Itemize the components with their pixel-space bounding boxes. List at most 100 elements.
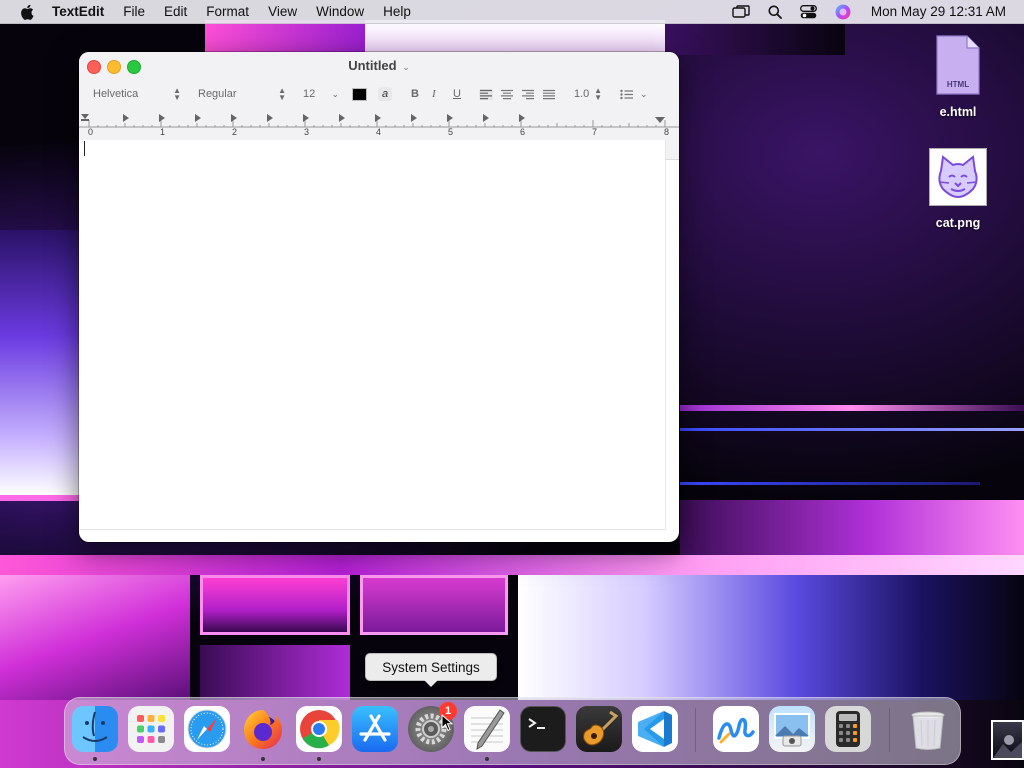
font-family-value: Helvetica (93, 88, 139, 100)
tab-stop-marker[interactable] (339, 114, 345, 122)
screenshot-preview-image (993, 735, 1022, 758)
mouse-pointer-icon (441, 714, 453, 732)
menu-window[interactable]: Window (316, 4, 364, 19)
calculator-icon (836, 711, 860, 747)
menu-help[interactable]: Help (383, 4, 411, 19)
dock-separator (695, 708, 696, 752)
list-style-popup[interactable]: ⌄ (620, 86, 648, 102)
justify-button[interactable] (542, 86, 556, 102)
document-text-area[interactable] (79, 140, 666, 530)
tab-stop-marker[interactable] (375, 114, 381, 122)
tab-stop-marker[interactable] (411, 114, 417, 122)
running-indicator (261, 757, 265, 761)
running-indicator (317, 757, 321, 761)
textedit-icon (471, 709, 505, 750)
align-left-icon (479, 88, 493, 100)
terminal-prompt-icon (528, 718, 545, 729)
font-style-popup[interactable]: Regular ▲ ▼ (198, 86, 286, 102)
cat-face-icon (938, 155, 978, 199)
html-file-type-label: HTML (946, 80, 970, 89)
line-spacing-value: 1.0 (574, 88, 590, 100)
font-size-value: 12 (303, 88, 316, 100)
control-center-icon[interactable] (799, 4, 817, 19)
dock (64, 697, 961, 765)
right-indent-marker[interactable] (655, 117, 665, 123)
ruler-number: 3 (304, 127, 310, 137)
tab-stop-marker[interactable] (123, 114, 129, 122)
align-right-icon (522, 89, 534, 99)
chevron-down-icon: ⌄ (640, 88, 648, 99)
tab-stop-marker[interactable] (195, 114, 201, 122)
dock-preview[interactable] (769, 706, 815, 752)
bold-button[interactable]: B (411, 86, 419, 102)
tab-stop-marker[interactable] (303, 114, 309, 122)
dock-chrome[interactable] (296, 706, 342, 752)
line-spacing-popup[interactable]: 1.0 ▲ ▼ (574, 86, 602, 102)
ruler-number: 2 (232, 127, 238, 137)
text-color-well[interactable] (352, 86, 367, 102)
dock-finder[interactable] (72, 706, 118, 752)
align-center-icon (501, 89, 513, 99)
screen-mirroring-icon[interactable] (732, 4, 750, 19)
menu-format[interactable]: Format (206, 4, 249, 19)
siri-icon[interactable] (835, 4, 851, 20)
text-color-swatch (352, 87, 367, 101)
align-left-button[interactable] (479, 86, 493, 102)
preview-photos-icon (774, 713, 810, 747)
dock-vscode[interactable] (632, 706, 678, 752)
spotlight-search-icon[interactable] (768, 5, 782, 19)
menu-file[interactable]: File (123, 4, 145, 19)
text-caret (84, 141, 85, 156)
dock-terminal[interactable] (520, 706, 566, 752)
tab-stop-marker[interactable] (519, 114, 525, 122)
first-line-indent-marker[interactable] (81, 119, 89, 121)
finder-icon (82, 711, 108, 742)
font-size-combo[interactable]: 12 ⌄ (303, 86, 339, 102)
freeform-squiggle-icon (717, 717, 755, 744)
italic-button[interactable]: I (432, 86, 436, 102)
highlight-marker-icon: a (378, 87, 392, 101)
menu-app-name[interactable]: TextEdit (52, 4, 104, 19)
underline-button[interactable]: U (453, 86, 461, 102)
ruler[interactable]: 0 1 2 3 4 5 6 7 8 (79, 110, 679, 140)
dock-launchpad[interactable] (128, 706, 174, 752)
font-family-popup[interactable]: Helvetica ▲ ▼ (93, 86, 181, 102)
desktop-file-label: e.html (939, 105, 977, 119)
dock-garageband[interactable] (576, 706, 622, 752)
running-indicator (485, 757, 489, 761)
app-store-icon (359, 714, 391, 742)
tab-stop-marker[interactable] (447, 114, 453, 122)
align-center-button[interactable] (500, 86, 514, 102)
dock-separator (889, 708, 890, 752)
launchpad-grid-icon (137, 715, 165, 743)
dock-safari[interactable] (184, 706, 230, 752)
desktop-file-e-html[interactable]: HTML e.html (918, 34, 998, 119)
tab-stop-marker[interactable] (267, 114, 273, 122)
tab-stop-marker[interactable] (231, 114, 237, 122)
apple-menu-icon[interactable] (20, 4, 36, 20)
dock-app-store[interactable] (352, 706, 398, 752)
dock-textedit[interactable] (464, 706, 510, 752)
dock-trash[interactable] (905, 706, 951, 752)
ruler-number: 7 (592, 127, 598, 137)
menu-clock[interactable]: Mon May 29 12:31 AM (871, 4, 1006, 19)
screenshot-thumbnail[interactable] (991, 720, 1024, 760)
dock-firefox[interactable] (240, 706, 286, 752)
running-indicator (93, 757, 97, 761)
tab-stop-marker[interactable] (483, 114, 489, 122)
tab-stop-marker[interactable] (159, 114, 165, 122)
textedit-window[interactable]: Untitled ⌄ Helvetica ▲ ▼ Regular ▲ ▼ 12 ⌄ … (79, 52, 679, 542)
align-right-button[interactable] (521, 86, 535, 102)
dock-calculator[interactable] (825, 706, 871, 752)
menu-edit[interactable]: Edit (164, 4, 187, 19)
chevron-down-icon: ⌄ (331, 88, 339, 99)
highlight-color-button[interactable]: a (378, 86, 392, 102)
menu-view[interactable]: View (268, 4, 297, 19)
chrome-icon (300, 710, 340, 749)
left-indent-marker[interactable] (81, 114, 89, 119)
ruler-number: 5 (448, 127, 454, 137)
dock-freeform[interactable] (713, 706, 759, 752)
trash-icon (911, 711, 945, 750)
window-title[interactable]: Untitled ⌄ (79, 58, 679, 73)
desktop-file-cat-png[interactable]: cat.png (918, 148, 998, 230)
